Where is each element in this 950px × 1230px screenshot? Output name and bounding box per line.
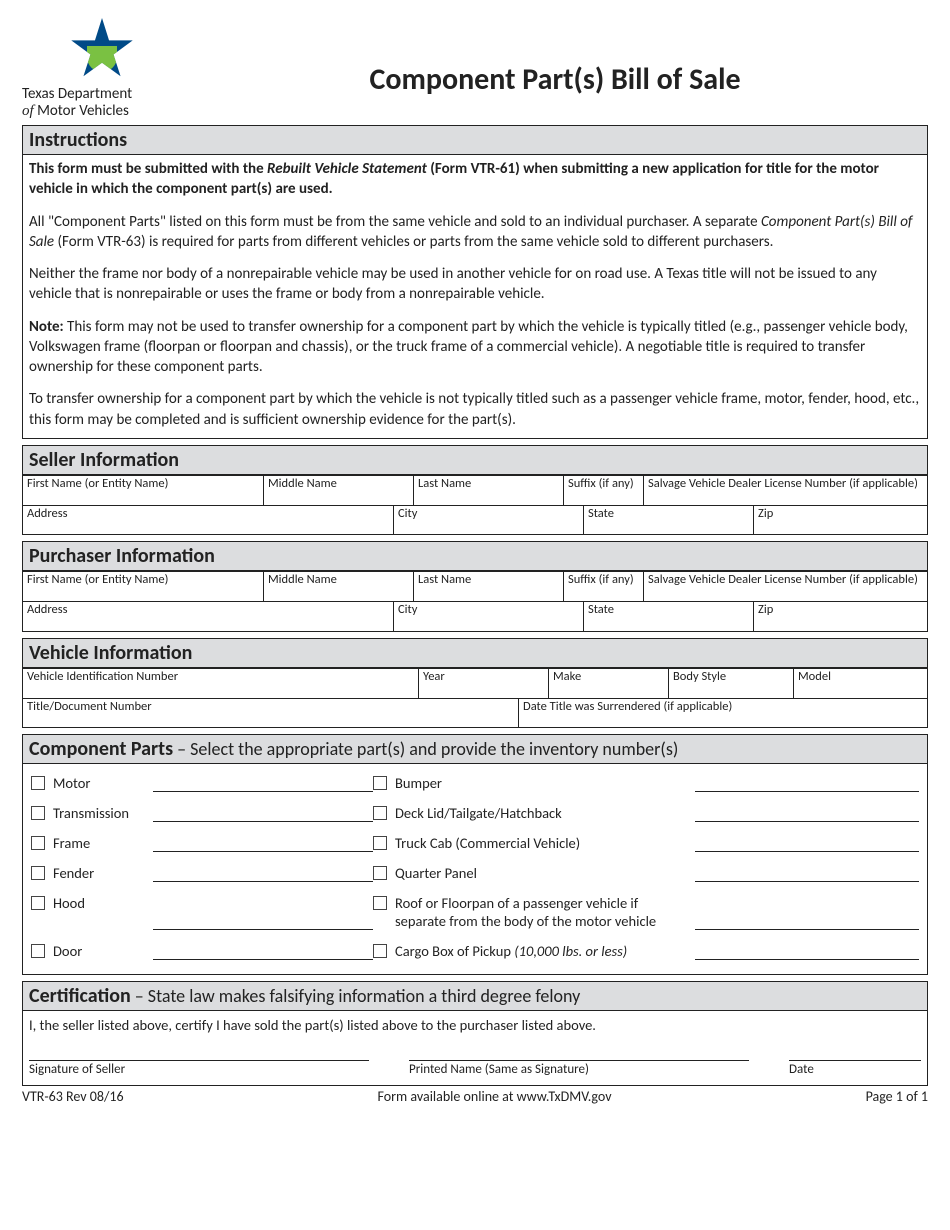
purchaser-heading: Purchaser Information (23, 542, 927, 571)
vehicle-section: Vehicle Information Vehicle Identificati… (22, 638, 928, 729)
part-label: Cargo Box of Pickup (10,000 lbs. or less… (395, 942, 695, 960)
checkbox-transmission[interactable] (31, 806, 45, 820)
logo-line-2-rest: Motor Vehicles (34, 102, 129, 120)
seller-middle-name-field[interactable]: Middle Name (263, 476, 413, 505)
inventory-number-field[interactable] (153, 805, 373, 822)
instructions-section: Instructions This form must be submitted… (22, 125, 928, 439)
parts-heading-bold: Component Parts (29, 737, 173, 761)
purchaser-section: Purchaser Information First Name (or Ent… (22, 541, 928, 632)
instr-p1a: This form must be submitted with the (29, 160, 267, 178)
inventory-number-field[interactable] (153, 913, 373, 930)
make-field[interactable]: Make (548, 669, 668, 698)
year-field[interactable]: Year (418, 669, 548, 698)
cert-heading-rest: – State law makes falsifying information… (131, 985, 581, 1007)
part-label: Truck Cab (Commercial Vehicle) (395, 834, 695, 852)
part-label: Hood (53, 894, 153, 912)
part-label: Fender (53, 864, 153, 882)
cert-statement: I, the seller listed above, certify I ha… (29, 1016, 921, 1034)
part-label: Motor (53, 774, 153, 792)
purchaser-middle-name-field[interactable]: Middle Name (263, 572, 413, 601)
instr-p1-ital: Rebuilt Vehicle Statement (267, 160, 427, 178)
instr-p2a: All "Component Parts" listed on this for… (29, 213, 761, 231)
inventory-number-field[interactable] (695, 775, 919, 792)
vehicle-heading: Vehicle Information (23, 639, 927, 668)
purchaser-zip-field[interactable]: Zip (753, 602, 927, 631)
parts-heading-rest: – Select the appropriate part(s) and pro… (173, 738, 678, 760)
agency-logo: Texas Department of Motor Vehicles (22, 18, 182, 119)
seller-first-name-field[interactable]: First Name (or Entity Name) (23, 476, 263, 505)
seller-license-field[interactable]: Salvage Vehicle Dealer License Number (i… (643, 476, 927, 505)
printed-name-field[interactable]: Printed Name (Same as Signature) (409, 1060, 749, 1077)
instr-p5: To transfer ownership for a component pa… (29, 389, 921, 430)
footer-url: Form available online at www.TxDMV.gov (378, 1088, 612, 1105)
seller-state-field[interactable]: State (583, 506, 753, 535)
model-field[interactable]: Model (793, 669, 927, 698)
part-label: Quarter Panel (395, 864, 695, 882)
inventory-number-field[interactable] (695, 913, 919, 930)
inventory-number-field[interactable] (153, 835, 373, 852)
inventory-number-field[interactable] (695, 943, 919, 960)
body-style-field[interactable]: Body Style (668, 669, 793, 698)
checkbox-door[interactable] (31, 944, 45, 958)
purchaser-state-field[interactable]: State (583, 602, 753, 631)
checkbox-right-0[interactable] (373, 776, 387, 790)
page-title: Component Part(s) Bill of Sale (182, 61, 928, 98)
seller-city-field[interactable]: City (393, 506, 583, 535)
cert-date-field[interactable]: Date (789, 1060, 921, 1077)
purchaser-license-field[interactable]: Salvage Vehicle Dealer License Number (i… (643, 572, 927, 601)
inventory-number-field[interactable] (695, 835, 919, 852)
inventory-number-field[interactable] (153, 775, 373, 792)
inventory-number-field[interactable] (153, 865, 373, 882)
part-label: Transmission (53, 804, 153, 822)
part-label: Frame (53, 834, 153, 852)
seller-heading: Seller Information (23, 446, 927, 475)
inventory-number-field[interactable] (695, 865, 919, 882)
purchaser-address-field[interactable]: Address (23, 602, 393, 631)
checkbox-right-1[interactable] (373, 806, 387, 820)
instr-p3: Neither the frame nor body of a nonrepai… (29, 264, 921, 305)
parts-section: Component Parts – Select the appropriate… (22, 734, 928, 975)
part-label: Bumper (395, 774, 695, 792)
checkbox-right-5[interactable] (373, 944, 387, 958)
inventory-number-field[interactable] (695, 805, 919, 822)
purchaser-last-name-field[interactable]: Last Name (413, 572, 563, 601)
instr-p4a: Note: (29, 318, 64, 336)
vin-field[interactable]: Vehicle Identification Number (23, 669, 418, 698)
star-icon (70, 18, 134, 82)
part-label: Door (53, 942, 153, 960)
checkbox-motor[interactable] (31, 776, 45, 790)
footer-page-number: Page 1 of 1 (866, 1088, 928, 1105)
purchaser-first-name-field[interactable]: First Name (or Entity Name) (23, 572, 263, 601)
seller-suffix-field[interactable]: Suffix (if any) (563, 476, 643, 505)
surrendered-date-field[interactable]: Date Title was Surrendered (if applicabl… (518, 699, 927, 728)
instructions-heading: Instructions (23, 126, 927, 155)
checkbox-frame[interactable] (31, 836, 45, 850)
part-label: Deck Lid/Tailgate/Hatchback (395, 804, 695, 822)
instr-p4b: This form may not be used to transfer ow… (29, 318, 908, 377)
checkbox-right-3[interactable] (373, 866, 387, 880)
instr-p2b: (Form VTR-63) is required for parts from… (54, 233, 773, 251)
part-label: Roof or Floorpan of a passenger vehicle … (395, 894, 695, 930)
checkbox-right-2[interactable] (373, 836, 387, 850)
title-doc-field[interactable]: Title/Document Number (23, 699, 518, 728)
logo-line-2-prefix: of (22, 103, 34, 119)
checkbox-right-4[interactable] (373, 896, 387, 910)
seller-last-name-field[interactable]: Last Name (413, 476, 563, 505)
checkbox-fender[interactable] (31, 866, 45, 880)
inventory-number-field[interactable] (153, 943, 373, 960)
signature-of-seller-field[interactable]: Signature of Seller (29, 1060, 369, 1077)
purchaser-suffix-field[interactable]: Suffix (if any) (563, 572, 643, 601)
seller-address-field[interactable]: Address (23, 506, 393, 535)
footer-form-rev: VTR-63 Rev 08/16 (22, 1088, 124, 1105)
page-footer: VTR-63 Rev 08/16 Form available online a… (22, 1088, 928, 1105)
seller-section: Seller Information First Name (or Entity… (22, 445, 928, 536)
seller-zip-field[interactable]: Zip (753, 506, 927, 535)
logo-line-1: Texas Department (22, 86, 182, 103)
certification-section: Certification – State law makes falsifyi… (22, 981, 928, 1086)
checkbox-hood[interactable] (31, 896, 45, 910)
purchaser-city-field[interactable]: City (393, 602, 583, 631)
cert-heading-bold: Certification (29, 984, 131, 1008)
